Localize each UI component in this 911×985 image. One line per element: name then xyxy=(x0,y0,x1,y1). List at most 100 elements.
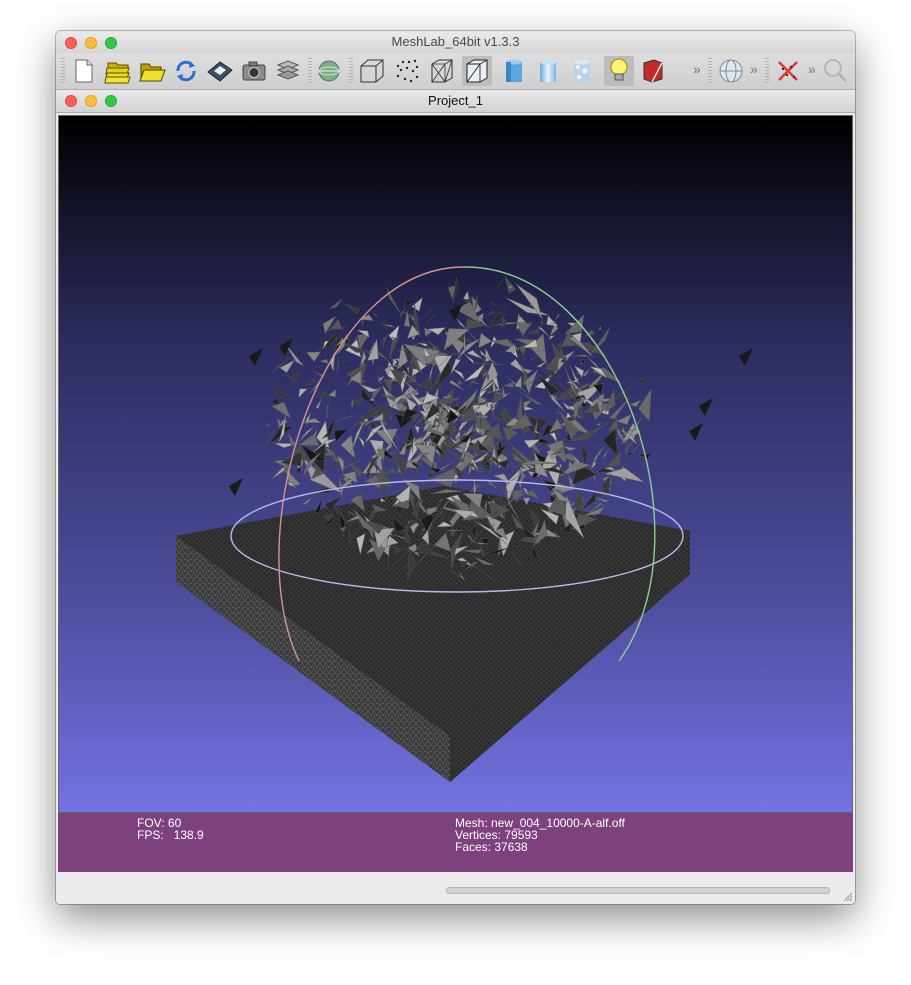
mesh-triangle xyxy=(372,313,379,318)
backface-button[interactable] xyxy=(638,56,668,86)
mesh-triangle xyxy=(473,362,504,366)
new-project-button[interactable] xyxy=(69,56,99,86)
subwindow-zoom-button[interactable] xyxy=(105,95,117,107)
mesh-triangle xyxy=(337,356,340,373)
mesh-triangle xyxy=(328,298,343,309)
export-mesh-button[interactable] xyxy=(205,56,235,86)
mesh-triangle xyxy=(598,324,602,332)
mesh-triangle xyxy=(386,287,403,317)
mesh-triangle xyxy=(399,431,408,436)
3d-viewport[interactable] xyxy=(58,115,853,813)
mesh-triangle xyxy=(442,396,455,399)
mesh-triangle xyxy=(581,489,597,511)
meshlab-window: MeshLab_64bit v1.3.3 » » » Project_1 FOV… xyxy=(56,31,855,904)
mesh-triangle xyxy=(411,296,423,312)
reload-icon xyxy=(176,60,196,82)
subwindow-minimize-button[interactable] xyxy=(85,95,97,107)
info-overlay: FOV: 60 FPS: 138.9 Mesh: new_004_10000-A… xyxy=(58,813,853,872)
mesh-triangle xyxy=(334,429,348,443)
mesh-triangle xyxy=(591,502,604,505)
window-close-button[interactable] xyxy=(65,37,77,49)
mesh-triangle xyxy=(594,393,597,399)
mesh-triangle xyxy=(555,409,560,415)
flat-shading-icon xyxy=(506,59,522,82)
mesh-triangle xyxy=(596,422,602,426)
app-title: MeshLab_64bit v1.3.3 xyxy=(391,34,520,49)
edit-measure-button[interactable] xyxy=(716,56,746,86)
mesh-triangle xyxy=(362,319,364,327)
camera-icon xyxy=(242,61,266,81)
horizontal-scrollbar[interactable] xyxy=(446,887,830,894)
select-cross-icon xyxy=(778,61,798,81)
mesh-triangle xyxy=(689,423,703,441)
toolbar-grip[interactable] xyxy=(61,58,65,84)
mesh-triangle xyxy=(273,386,294,401)
mesh-triangle xyxy=(357,491,365,497)
snapshot-button[interactable] xyxy=(239,56,269,86)
select-vertices-button[interactable] xyxy=(773,56,803,86)
mesh-triangle xyxy=(319,358,330,365)
mesh-triangle xyxy=(573,487,585,515)
mesh-triangle xyxy=(390,411,393,421)
flat-shading-button[interactable] xyxy=(499,56,529,86)
mesh-triangle xyxy=(385,467,397,474)
toolbar-grip[interactable] xyxy=(708,58,712,84)
mesh-triangle xyxy=(487,310,495,315)
open-project-button[interactable] xyxy=(103,56,133,86)
bounding-box-button[interactable] xyxy=(357,56,387,86)
mesh-triangle xyxy=(426,313,436,324)
smooth-shading-icon xyxy=(540,59,556,82)
window-minimize-button[interactable] xyxy=(85,37,97,49)
toolbar-grip[interactable] xyxy=(349,58,353,84)
open-folder-stack-icon xyxy=(104,62,131,84)
title-bar[interactable]: MeshLab_64bit v1.3.3 xyxy=(56,31,855,53)
mesh-triangle xyxy=(462,290,470,300)
mesh-triangle xyxy=(505,297,550,316)
mesh-triangle xyxy=(398,441,408,456)
wireframe-button[interactable] xyxy=(427,56,457,86)
lighting-button[interactable] xyxy=(604,56,634,86)
layers-icon xyxy=(276,60,300,80)
mesh-triangle xyxy=(311,495,318,500)
smooth-shading-button[interactable] xyxy=(533,56,563,86)
mesh-triangle xyxy=(606,451,621,467)
subwindow-close-button[interactable] xyxy=(65,95,77,107)
mesh-triangle xyxy=(448,380,465,391)
toolbar-overflow[interactable]: » xyxy=(808,61,816,77)
search-button[interactable] xyxy=(820,56,850,86)
mesh-triangle xyxy=(592,469,596,485)
reload-button[interactable] xyxy=(171,56,201,86)
hidden-lines-button[interactable] xyxy=(462,56,492,86)
wireframe-icon xyxy=(431,59,453,83)
mesh-triangle xyxy=(367,338,379,361)
mesh-triangle xyxy=(327,416,336,441)
mesh-triangle xyxy=(500,317,508,328)
mesh-triangle xyxy=(571,354,590,357)
raster-button[interactable] xyxy=(314,56,344,86)
toolbar-grip[interactable] xyxy=(308,58,312,84)
mesh-triangle xyxy=(229,478,243,496)
mesh-triangle xyxy=(413,414,420,424)
layers-button[interactable] xyxy=(273,56,303,86)
toolbar-overflow[interactable]: » xyxy=(750,61,758,77)
mesh-triangle xyxy=(590,445,605,468)
mesh-triangle xyxy=(603,448,610,460)
mesh-triangle xyxy=(291,369,301,388)
resize-grip-icon[interactable] xyxy=(843,892,853,902)
document-title-bar[interactable]: Project_1 xyxy=(56,90,855,113)
toolbar-grip[interactable] xyxy=(765,58,769,84)
mesh-triangle xyxy=(565,380,574,385)
mesh-triangle xyxy=(456,317,468,331)
toolbar-overflow[interactable]: » xyxy=(693,61,701,77)
mesh-triangle xyxy=(562,401,574,411)
window-zoom-button[interactable] xyxy=(105,37,117,49)
mesh-triangle xyxy=(321,391,331,398)
mesh-triangle xyxy=(557,341,562,351)
mesh-triangle xyxy=(276,418,281,430)
mesh-triangle xyxy=(496,280,503,288)
mesh-triangle xyxy=(497,407,513,421)
mesh-triangle xyxy=(388,450,398,455)
points-button[interactable] xyxy=(392,56,422,86)
texture-button[interactable] xyxy=(567,56,597,86)
import-mesh-button[interactable] xyxy=(137,56,167,86)
